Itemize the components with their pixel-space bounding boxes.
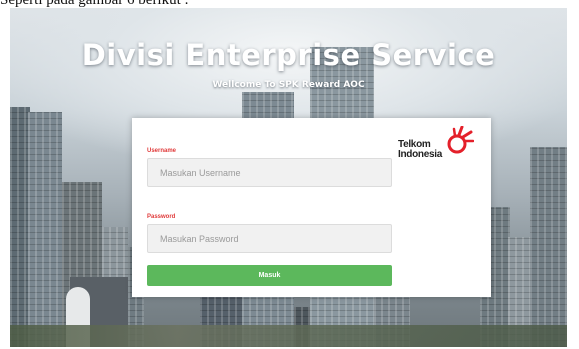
page-title: Divisi Enterprise Service [81, 38, 496, 72]
username-label: Username [147, 148, 177, 154]
login-card: Username Password Masuk Telkom Indonesia [132, 118, 491, 297]
page-subtitle: Wellcome To SPK Reward AOC [212, 80, 365, 90]
telkom-logo: Telkom Indonesia [398, 126, 478, 164]
trees [10, 325, 567, 347]
login-button[interactable]: Masuk [147, 265, 392, 286]
logo-line-2: Indonesia [398, 149, 442, 160]
password-label: Password [147, 214, 176, 220]
telkom-logo-icon [447, 126, 474, 154]
login-screen: Divisi Enterprise Service Wellcome To SP… [10, 8, 567, 347]
password-input[interactable] [147, 224, 392, 253]
logo-text: Telkom Indonesia [398, 140, 442, 160]
username-input[interactable] [147, 158, 392, 187]
document-caption: Seperti pada gambar 6 berikut : [0, 0, 189, 8]
building [28, 112, 62, 347]
building [10, 107, 30, 347]
building [530, 147, 567, 347]
